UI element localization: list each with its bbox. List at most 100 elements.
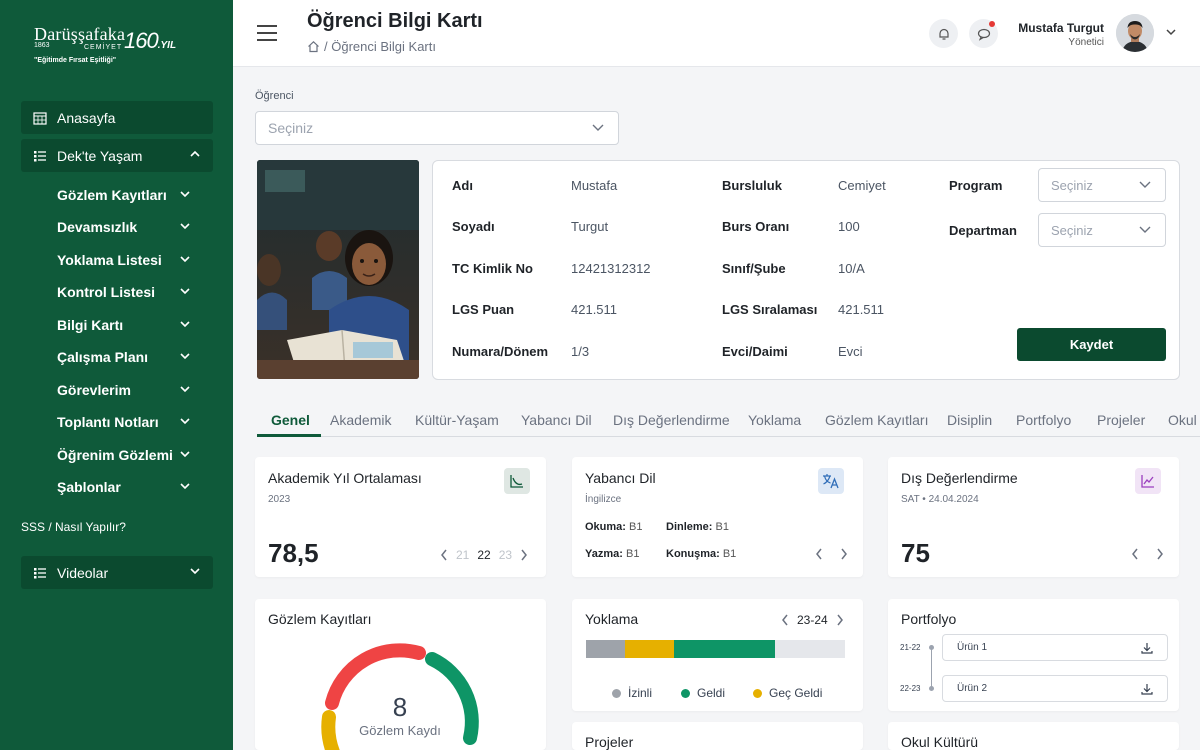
notifications-button[interactable] <box>929 19 958 48</box>
tab-culture-life[interactable]: Kültür-Yaşam <box>415 412 499 428</box>
faq-link[interactable]: SSS / Nasıl Yapılır? <box>21 520 126 534</box>
field-value: 12421312312 <box>571 261 651 276</box>
sidebar-subitem-label: Öğrenim Gözlemi <box>57 447 173 463</box>
sidebar-subitem-roll-call[interactable]: Yoklama Listesi <box>57 252 191 268</box>
logo-cemiyet: CEMİYET <box>84 44 123 51</box>
download-icon[interactable] <box>1141 642 1153 654</box>
tab-school[interactable]: Okul <box>1168 412 1197 428</box>
field-label: Numara/Dönem <box>452 344 549 359</box>
logo[interactable]: Darüşşafaka 1863 CEMİYET "Eğitimde Fırsa… <box>34 24 194 70</box>
student-select[interactable]: Seçiniz <box>255 111 619 145</box>
sidebar-subitem-study-plan[interactable]: Çalışma Planı <box>57 349 191 365</box>
sidebar-subitem-learning-observation[interactable]: Öğrenim Gözlemi <box>57 447 191 463</box>
student-photo <box>257 160 419 379</box>
field-value: 10/A <box>838 261 865 276</box>
listening-level: Dinleme: B1 <box>666 521 729 533</box>
tab-bar: Genel Akademik Kültür-Yaşam Yabancı Dil … <box>257 404 1200 437</box>
chevron-down-icon <box>180 288 190 295</box>
field-label: Burs Oranı <box>722 219 790 234</box>
sidebar-subitem-label: Yoklama Listesi <box>57 252 162 268</box>
tab-foreign-language[interactable]: Yabancı Dil <box>521 412 592 428</box>
chevron-right-icon[interactable] <box>836 614 844 626</box>
attendance-segment <box>586 640 625 658</box>
field-value: 421.511 <box>571 302 618 317</box>
user-menu-chevron-icon[interactable] <box>1165 26 1177 38</box>
user-photo <box>1116 14 1154 52</box>
download-icon[interactable] <box>1141 683 1153 695</box>
tab-academic[interactable]: Akademik <box>330 412 391 428</box>
list-icon <box>34 567 46 578</box>
field-label: LGS Puan <box>452 302 515 317</box>
sidebar-subitem-label: Gözlem Kayıtları <box>57 187 167 203</box>
sidebar-subitem-absence[interactable]: Devamsızlık <box>57 219 191 235</box>
avatar[interactable] <box>1116 14 1154 52</box>
legend-swatch <box>753 688 762 698</box>
sidebar-subitem-info-card[interactable]: Bilgi Kartı <box>57 317 191 333</box>
year-option[interactable]: 23 <box>499 548 512 562</box>
year-option[interactable]: 21 <box>456 548 469 562</box>
assessment-pager <box>1131 548 1164 560</box>
tab-external-assessment[interactable]: Dış Değerlendirme <box>613 412 730 428</box>
field-label: Sınıf/Şube <box>722 261 786 276</box>
portfolio-item[interactable]: Ürün 2 <box>942 675 1168 702</box>
chart-curve-icon <box>504 468 530 494</box>
user-role: Yönetici <box>1068 37 1104 48</box>
sidebar-subitem-tasks[interactable]: Görevlerim <box>57 382 191 398</box>
chevron-left-icon[interactable] <box>781 614 789 626</box>
sidebar-subitem-meeting-notes[interactable]: Toplantı Notları <box>57 414 191 430</box>
calendar-grid-icon <box>33 111 47 125</box>
chevron-left-icon[interactable] <box>815 548 823 560</box>
chevron-down-icon <box>180 451 190 458</box>
logo-year: 1863 <box>34 42 50 49</box>
sidebar-item-home[interactable]: Anasayfa <box>21 101 213 134</box>
card-title: Projeler <box>585 734 634 750</box>
tab-portfolio[interactable]: Portfolyo <box>1016 412 1071 428</box>
external-assessment-value: 75 <box>901 538 930 568</box>
legend-item: İzinli <box>612 686 652 700</box>
chevron-left-icon[interactable] <box>440 549 448 561</box>
sidebar-subitem-label: Çalışma Planı <box>57 349 149 365</box>
portfolio-item[interactable]: Ürün 1 <box>942 634 1168 661</box>
sidebar-subitem-label: Devamsızlık <box>57 219 138 235</box>
program-select[interactable]: Seçiniz <box>1038 168 1166 202</box>
department-select[interactable]: Seçiniz <box>1038 213 1166 247</box>
chevron-left-icon[interactable] <box>1131 548 1139 560</box>
sidebar-item-videos[interactable]: Videolar <box>21 556 213 589</box>
sidebar-subitem-label: Şablonlar <box>57 479 121 495</box>
tab-discipline[interactable]: Disiplin <box>947 412 992 428</box>
chevron-right-icon[interactable] <box>1156 548 1164 560</box>
chevron-down-icon <box>180 223 190 230</box>
card-title: Okul Kültürü <box>901 734 979 750</box>
tab-roll-call[interactable]: Yoklama <box>748 412 801 428</box>
chevron-up-icon <box>190 150 200 157</box>
messages-button[interactable] <box>969 19 998 48</box>
sidebar-subitem-checklist[interactable]: Kontrol Listesi <box>57 284 191 300</box>
portfolio-year: 22-23 <box>900 684 921 693</box>
student-select-label: Öğrenci <box>255 90 294 102</box>
field-value: 421.511 <box>838 302 885 317</box>
chevron-right-icon[interactable] <box>520 549 528 561</box>
tab-observation-records[interactable]: Gözlem Kayıtları <box>825 412 928 428</box>
tab-projects[interactable]: Projeler <box>1097 412 1145 428</box>
chevron-down-icon <box>592 124 604 131</box>
sidebar-subitem-templates[interactable]: Şablonlar <box>57 479 191 495</box>
translate-icon <box>818 468 844 494</box>
card-subtitle: İngilizce <box>585 494 622 505</box>
timeline-line <box>931 648 932 690</box>
tab-general[interactable]: Genel <box>271 412 310 428</box>
sidebar-item-dek-life[interactable]: Dek'te Yaşam <box>21 139 213 172</box>
chevron-down-icon <box>180 483 190 490</box>
chevron-right-icon[interactable] <box>840 548 848 560</box>
home-icon[interactable] <box>307 40 320 53</box>
field-value: 1/3 <box>571 344 590 359</box>
field-label: TC Kimlik No <box>452 261 533 276</box>
chevron-down-icon <box>180 353 190 360</box>
save-button[interactable]: Kaydet <box>1017 328 1166 361</box>
menu-toggle-icon[interactable] <box>257 25 277 41</box>
sidebar-subitem-label: Kontrol Listesi <box>57 284 156 300</box>
year-option-selected[interactable]: 22 <box>477 548 490 562</box>
chevron-down-icon <box>180 256 190 263</box>
chevron-down-icon <box>180 321 190 328</box>
sidebar-item-label: Dek'te Yaşam <box>57 147 143 164</box>
sidebar-subitem-observation[interactable]: Gözlem Kayıtları <box>57 187 191 203</box>
